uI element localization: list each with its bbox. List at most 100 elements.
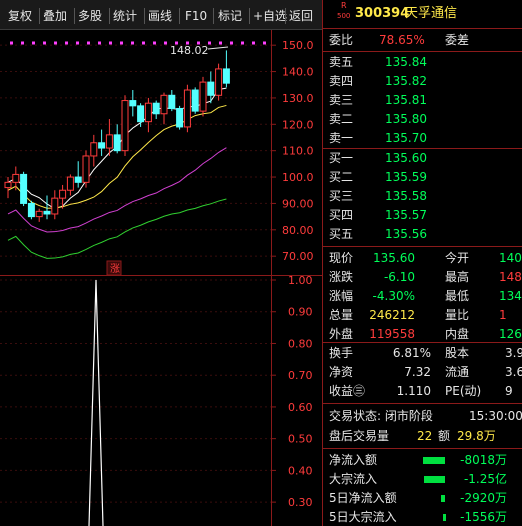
candle-body (12, 173, 20, 183)
ma60-line (7, 198, 227, 259)
candle-body (137, 105, 145, 123)
stat-label: 流通 (445, 365, 470, 379)
stat-label: 收益㊂ (329, 384, 366, 398)
bid-row[interactable]: 买五 135.56 (323, 225, 522, 244)
stat-label: 今开 (445, 251, 470, 265)
bid-row[interactable]: 买四 135.57 (323, 206, 522, 225)
candle-body (183, 89, 191, 128)
price-tick-label: 110.0 (282, 145, 314, 158)
mark-button[interactable]: 标记 (218, 6, 242, 26)
stat-value: 134 (499, 289, 522, 303)
bid-label: 买三 (329, 189, 354, 203)
moving-average-lines (7, 87, 227, 259)
bid-row[interactable]: 买三 135.58 (323, 187, 522, 206)
ask-row[interactable]: 卖二 135.80 (323, 110, 522, 129)
stat-row: 收益㊂ 1.110 PE(动) 9 (323, 382, 522, 401)
ask-price: 135.82 (385, 74, 427, 88)
ask-label: 卖二 (329, 112, 354, 126)
bid-row[interactable]: 买一 135.60 (323, 149, 522, 168)
ask-row[interactable]: 卖三 135.81 (323, 91, 522, 110)
candle-body (66, 176, 74, 191)
after-hours-row: 盘后交易量 22 额 29.8万 (323, 427, 522, 446)
candle-body (113, 134, 121, 152)
fund-flow-value: -1556万 (460, 510, 507, 524)
overlay-button[interactable]: 叠加 (43, 6, 67, 26)
indicator-tick-label: 0.90 (288, 306, 313, 319)
back-button[interactable]: 返回 (289, 6, 313, 26)
bid-price: 135.59 (385, 170, 427, 184)
fund-flow-bar (441, 495, 445, 502)
ask-price: 135.70 (385, 131, 427, 145)
fund-flow-label: 5日净流入额 (329, 491, 397, 505)
fund-flow-row: 大宗流入 -1.25亿 (323, 470, 522, 489)
toolbar-divider (39, 8, 40, 24)
statistics-button[interactable]: 统计 (113, 6, 137, 26)
stat-value: 140 (499, 251, 522, 265)
indicator-tick-label: 0.60 (288, 401, 313, 414)
stat-value: -4.30% (372, 289, 415, 303)
draw-line-button[interactable]: 画线 (148, 6, 172, 26)
candle-body (152, 102, 160, 115)
candle-body (215, 68, 223, 96)
candle-body (168, 94, 176, 109)
indicator-tick-label: 0.40 (288, 464, 313, 477)
rz-badge-top: R (341, 1, 347, 10)
stat-value: 135.60 (373, 251, 415, 265)
stat-label: 现价 (329, 251, 354, 265)
stat-row: 现价 135.60 今开 140 (323, 249, 522, 268)
stat-label: 换手 (329, 346, 354, 360)
fund-flow-label: 净流入额 (329, 453, 378, 467)
kline-chart[interactable]: 150.0 140.0 130.0 120.0 110.0 100.0 90.00 80.00… (0, 30, 322, 526)
price-tick-label: 100.0 (282, 171, 314, 184)
bid-row[interactable]: 买二 135.59 (323, 168, 522, 187)
stat-value: 7.32 (404, 365, 431, 379)
stat-value: 246212 (369, 308, 415, 322)
stat-label: 涨幅 (329, 289, 354, 303)
bid-price: 135.60 (385, 151, 427, 165)
stock-header: R 500 300394 天孚通信 (323, 1, 522, 27)
ask-row[interactable]: 卖一 135.70 (323, 129, 522, 148)
toolbar-divider (285, 8, 286, 24)
bid-price: 135.57 (385, 208, 427, 222)
indicator-tick-label: 0.50 (288, 433, 313, 446)
ask-label: 卖三 (329, 93, 354, 107)
after-hours-amount: 29.8万 (457, 429, 496, 443)
ma20-line (7, 147, 227, 233)
candlesticks (4, 50, 230, 222)
stat-value: 3.9 (505, 346, 522, 360)
toolbar-divider (74, 8, 75, 24)
ask-label: 卖一 (329, 131, 354, 145)
rz-badge-bottom: 500 (337, 12, 351, 20)
stat-label: 量比 (445, 308, 470, 322)
multi-stock-button[interactable]: 多股 (78, 6, 102, 26)
price-tick-label: 70.00 (282, 250, 314, 263)
candle-body (121, 100, 129, 152)
bid-label: 买四 (329, 208, 354, 222)
toolbar-divider (109, 8, 110, 24)
fuquan-button[interactable]: 复权 (8, 6, 32, 26)
add-watchlist-button[interactable]: +自选 (253, 6, 287, 26)
candle-body (160, 94, 168, 115)
fund-flow-label: 大宗流入 (329, 472, 378, 486)
stat-label: 总量 (329, 308, 354, 322)
f10-button[interactable]: F10 (185, 6, 207, 26)
stock-code: 300394 (355, 6, 410, 21)
after-hours-label: 盘后交易量 (329, 429, 390, 443)
ask-row[interactable]: 卖五 135.84 (323, 53, 522, 72)
price-tick-label: 80.00 (282, 224, 314, 237)
ask-price: 135.84 (385, 55, 427, 69)
candle-body (4, 181, 12, 189)
candle-body (59, 189, 67, 199)
ask-row[interactable]: 卖四 135.82 (323, 72, 522, 91)
chart-toolbar: 复权 叠加 多股 统计 画线 F10 标记 +自选 返回 (0, 0, 322, 30)
indicator-tick-label: 1.00 (288, 274, 313, 287)
stat-value: 148 (499, 270, 522, 284)
divider (323, 403, 522, 404)
webi-value: 78.65% (379, 33, 425, 47)
indicator-tick-label: 0.70 (288, 369, 313, 382)
candle-body (222, 68, 230, 84)
candle-body (176, 107, 184, 128)
divider (323, 342, 522, 343)
high-price-pointer (207, 46, 229, 50)
fund-flow-bar (423, 457, 445, 464)
